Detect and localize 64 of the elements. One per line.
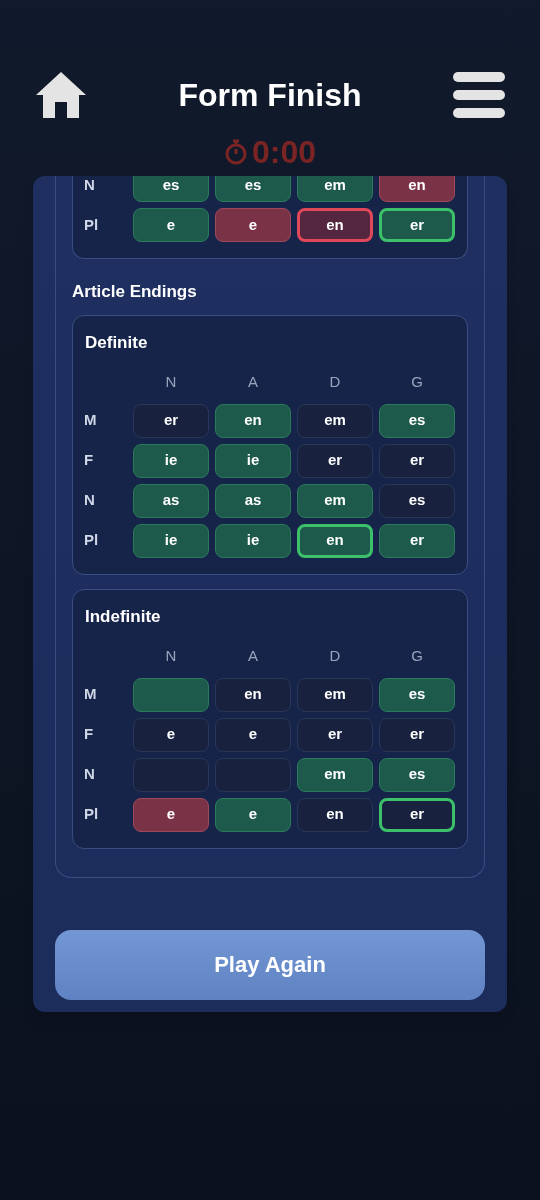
row-label: Pl: [83, 214, 100, 235]
answer-cell: er: [297, 717, 373, 752]
answer-cell: er: [133, 403, 209, 438]
table-title: Definite: [84, 331, 149, 354]
answer-cell: es: [379, 757, 455, 792]
answer-cell: es: [133, 176, 209, 202]
section-title: Article Endings: [72, 281, 198, 303]
answer-cell: es: [379, 403, 455, 438]
answer-cell: ie: [133, 523, 209, 558]
answer-cell: en: [297, 797, 373, 832]
home-icon[interactable]: [35, 70, 87, 120]
column-header: A: [247, 372, 259, 392]
answer-cell: ie: [133, 443, 209, 478]
answer-cell: em: [297, 677, 373, 712]
timer: 0:00: [251, 133, 316, 172]
answer-cell: er: [379, 797, 455, 832]
play-again-button[interactable]: Play Again: [55, 929, 485, 1000]
answer-cell: es: [379, 677, 455, 712]
column-header: G: [410, 646, 424, 666]
row-label: F: [83, 450, 95, 471]
answer-cell: es: [215, 176, 291, 202]
answer-cell: em: [297, 483, 373, 518]
answer-cell: er: [379, 208, 455, 242]
row-label: F: [83, 724, 95, 745]
answer-cell: e: [215, 717, 291, 752]
answer-cell: em: [297, 757, 373, 792]
answer-cell: en: [215, 677, 291, 712]
answer-cell: er: [297, 443, 373, 478]
column-header: G: [410, 372, 424, 392]
answer-cell: er: [379, 523, 455, 558]
column-header: D: [328, 372, 342, 392]
row-label: N: [83, 490, 96, 511]
row-label: M: [83, 410, 98, 431]
row-label: N: [83, 176, 96, 195]
stopwatch-icon: [223, 139, 248, 165]
answer-cell: e: [133, 717, 209, 752]
answer-cell: en: [215, 403, 291, 438]
answer-cell: em: [297, 176, 373, 202]
answer-cell: e: [215, 208, 291, 242]
answer-cell: er: [379, 717, 455, 752]
answer-cell: ie: [215, 443, 291, 478]
row-label: M: [83, 684, 98, 705]
row-label: N: [83, 764, 96, 785]
answer-cell: e: [215, 797, 291, 832]
answer-cell: as: [133, 483, 209, 518]
answer-cell: er: [379, 443, 455, 478]
answer-cell: en: [379, 176, 455, 202]
table-title: Indefinite: [84, 605, 162, 628]
answer-cell: es: [379, 483, 455, 518]
answer-cell: e: [133, 797, 209, 832]
column-header: A: [247, 646, 259, 666]
answer-cell: ie: [215, 523, 291, 558]
answer-cell: en: [297, 523, 373, 558]
answer-cell: as: [215, 483, 291, 518]
answer-cell: e: [133, 208, 209, 242]
column-header: N: [164, 646, 178, 666]
column-header: D: [328, 646, 342, 666]
row-label: Pl: [83, 804, 100, 825]
answer-cell: em: [297, 403, 373, 438]
answer-cell: en: [297, 208, 373, 242]
row-label: Pl: [83, 530, 100, 551]
page-title: Form Finish: [178, 76, 362, 115]
menu-icon[interactable]: [453, 72, 505, 118]
column-header: N: [164, 372, 178, 392]
